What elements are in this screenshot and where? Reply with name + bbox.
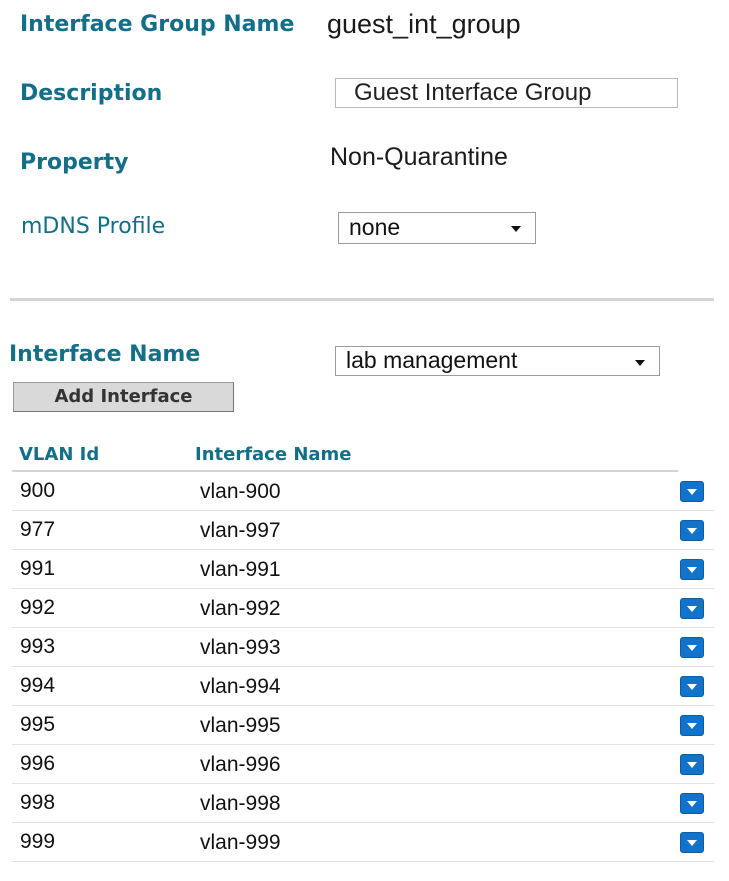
description-label: Description: [20, 81, 163, 106]
property-value: Non-Quarantine: [330, 143, 508, 171]
vlan-id-cell: 994: [20, 674, 56, 697]
interface-name-cell: vlan-992: [200, 597, 281, 620]
group-name-label: Interface Group Name: [20, 12, 295, 37]
vlan-id-cell: 977: [20, 518, 56, 541]
table-row: 995 vlan-995: [12, 706, 714, 745]
dropdown-arrow-icon[interactable]: [680, 637, 704, 658]
vlan-id-cell: 993: [20, 635, 56, 658]
dropdown-arrow-icon[interactable]: [680, 559, 704, 580]
chevron-down-icon: [635, 360, 645, 366]
dropdown-arrow-icon[interactable]: [680, 676, 704, 697]
interface-name-cell: vlan-998: [200, 792, 281, 815]
dropdown-arrow-icon[interactable]: [680, 715, 704, 736]
mdns-profile-label: mDNS Profile: [21, 214, 166, 239]
dropdown-arrow-icon[interactable]: [680, 754, 704, 775]
interface-name-label: Interface Name: [9, 342, 201, 367]
mdns-profile-select[interactable]: none: [338, 212, 536, 244]
interface-name-cell: vlan-995: [200, 714, 281, 737]
table-row: 999 vlan-999: [12, 823, 714, 862]
vlan-id-cell: 991: [20, 557, 56, 580]
table-row: 993 vlan-993: [12, 628, 714, 667]
column-header-vlan-id: VLAN Id: [19, 444, 100, 465]
vlan-id-cell: 992: [20, 596, 56, 619]
vlan-id-cell: 995: [20, 713, 56, 736]
table-row: 977 vlan-997: [12, 511, 714, 550]
dropdown-arrow-icon[interactable]: [680, 832, 704, 853]
interface-name-cell: vlan-991: [200, 558, 281, 581]
vlan-id-cell: 996: [20, 752, 56, 775]
mdns-profile-selected: none: [349, 214, 401, 240]
table-row: 992 vlan-992: [12, 589, 714, 628]
dropdown-arrow-icon[interactable]: [680, 598, 704, 619]
table-row: 996 vlan-996: [12, 745, 714, 784]
add-interface-button[interactable]: Add Interface: [13, 382, 234, 412]
vlan-id-cell: 999: [20, 830, 56, 853]
table-row: 994 vlan-994: [12, 667, 714, 706]
column-header-interface-name: Interface Name: [195, 444, 352, 465]
interface-table: 900 vlan-900 977 vlan-997 991 vlan-991 9…: [12, 472, 714, 862]
table-row: 998 vlan-998: [12, 784, 714, 823]
section-divider: [10, 298, 714, 301]
table-row: 991 vlan-991: [12, 550, 714, 589]
property-label: Property: [20, 150, 129, 175]
dropdown-arrow-icon[interactable]: [680, 520, 704, 541]
dropdown-arrow-icon[interactable]: [680, 481, 704, 502]
interface-name-select[interactable]: lab management: [335, 346, 660, 376]
interface-name-cell: vlan-993: [200, 636, 281, 659]
interface-name-cell: vlan-994: [200, 675, 281, 698]
interface-name-cell: vlan-997: [200, 519, 281, 542]
group-name-value: guest_int_group: [327, 9, 521, 39]
chevron-down-icon: [511, 226, 521, 232]
interface-name-cell: vlan-999: [200, 831, 281, 854]
vlan-id-cell: 900: [20, 479, 56, 502]
interface-name-cell: vlan-996: [200, 753, 281, 776]
interface-name-cell: vlan-900: [200, 480, 281, 503]
vlan-id-cell: 998: [20, 791, 56, 814]
table-row: 900 vlan-900: [12, 472, 714, 511]
description-input[interactable]: Guest Interface Group: [335, 78, 678, 108]
dropdown-arrow-icon[interactable]: [680, 793, 704, 814]
interface-name-selected: lab management: [346, 347, 518, 373]
